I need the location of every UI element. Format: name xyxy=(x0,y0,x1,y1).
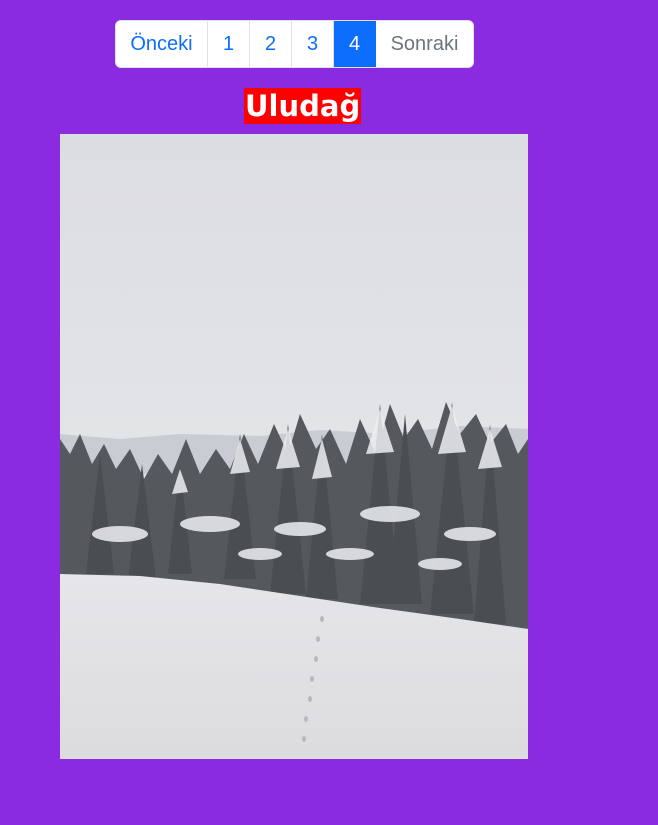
pagination-page-1[interactable]: 1 xyxy=(208,21,250,67)
pagination-previous-button[interactable]: Önceki xyxy=(116,21,208,67)
pagination-page-4-active[interactable]: 4 xyxy=(334,21,376,67)
pagination-page-2[interactable]: 2 xyxy=(250,21,292,67)
pagination-next-button[interactable]: Sonraki xyxy=(376,21,473,67)
snowy-forest-photo xyxy=(60,134,528,759)
pagination: Önceki 1 2 3 4 Sonraki xyxy=(115,20,474,68)
page-title: Uludağ xyxy=(244,88,362,124)
pagination-page-3[interactable]: 3 xyxy=(292,21,334,67)
